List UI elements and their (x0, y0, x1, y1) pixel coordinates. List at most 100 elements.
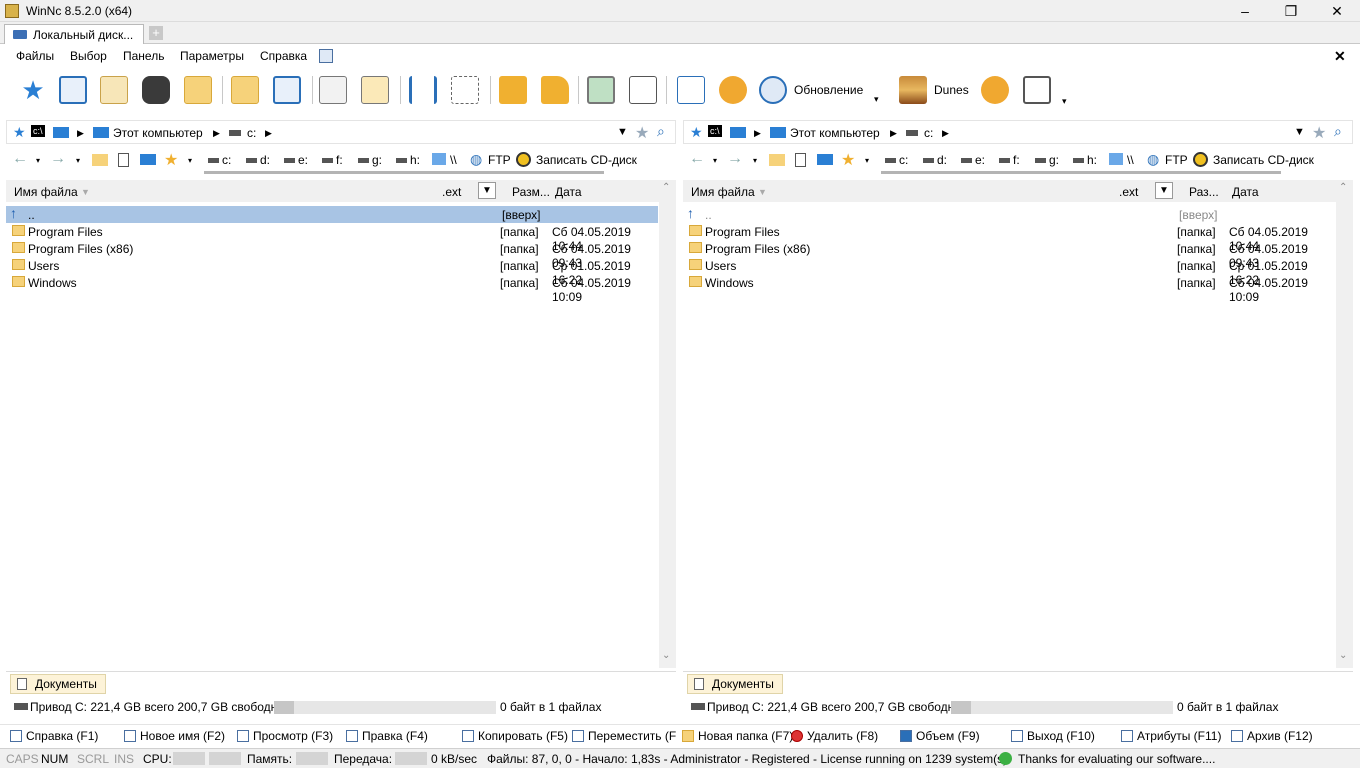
chevron-down-icon[interactable]: ▾ (753, 156, 757, 165)
drive-e[interactable]: e: (284, 153, 308, 167)
column-chooser-dropdown[interactable]: ▼ (1155, 182, 1173, 199)
list-item[interactable]: Program Files (x86) [папка] Сб 04.05.201… (683, 240, 1335, 270)
column-ext[interactable]: .ext (1119, 185, 1138, 199)
scroll-up-icon[interactable]: ⌃ (662, 182, 670, 193)
edit-f4-button[interactable]: Правка (F4) (346, 729, 428, 743)
move-f6-button[interactable]: Переместить (F (572, 729, 676, 743)
zip-button[interactable] (358, 72, 392, 108)
column-size[interactable]: Разм... (512, 185, 550, 199)
document-icon[interactable] (795, 153, 806, 167)
drive-f[interactable]: f: (999, 153, 1020, 167)
tab-local-disk[interactable]: Локальный диск... (4, 24, 144, 44)
chevron-down-icon[interactable]: ▾ (76, 156, 80, 165)
drive-h[interactable]: h: (1073, 153, 1097, 167)
list-item[interactable]: Users [папка] Ср 01.05.2019 16:22 (6, 257, 658, 287)
menu-parameters[interactable]: Параметры (180, 49, 244, 63)
rename-f2-button[interactable]: Новое имя (F2) (124, 729, 225, 743)
drive-d[interactable]: d: (246, 153, 270, 167)
network-button[interactable] (270, 72, 304, 108)
path-drive[interactable]: c: (924, 126, 933, 140)
path-drive[interactable]: c: (247, 126, 256, 140)
document-icon[interactable] (118, 153, 129, 167)
vertical-scrollbar[interactable]: ⌃ ⌄ (1336, 180, 1353, 668)
minimize-button[interactable]: – (1222, 0, 1268, 22)
chevron-right-icon[interactable]: ▶ (890, 128, 897, 139)
ftp-link[interactable]: FTP (488, 153, 511, 167)
forward-arrow-icon[interactable]: → (727, 150, 743, 168)
chevron-down-icon[interactable]: ▾ (865, 156, 869, 165)
cmd-path[interactable]: c:\ (708, 125, 722, 137)
drive-g[interactable]: g: (358, 153, 382, 167)
drive-f[interactable]: f: (322, 153, 343, 167)
chevron-down-icon[interactable]: ▾ (1062, 96, 1067, 107)
drive-d[interactable]: d: (923, 153, 947, 167)
cmd-button[interactable] (56, 72, 90, 108)
archive-f12-button[interactable]: Архив (F12) (1231, 729, 1313, 743)
chevron-down-icon[interactable]: ▾ (36, 156, 40, 165)
copy-f5-button[interactable]: Копировать (F5) (462, 729, 568, 743)
list-item[interactable]: Windows [папка] Сб 04.05.2019 10:09 (683, 274, 1335, 304)
ftp-link[interactable]: FTP (1165, 153, 1188, 167)
image-viewer-button[interactable] (584, 72, 618, 108)
path-bar[interactable]: ★ c:\ ▶ Этот компьютер ▶ c: ▶ ▼ ★ ⌕ (6, 120, 676, 144)
menu-selection[interactable]: Выбор (70, 49, 107, 63)
chevron-right-icon[interactable]: ▶ (265, 128, 272, 139)
add-tab-button[interactable]: + (149, 26, 163, 40)
mail-compress-button[interactable] (316, 72, 350, 108)
maximize-button[interactable]: ❐ (1268, 0, 1314, 22)
thanks-message[interactable]: Thanks for evaluating our software.... (1018, 752, 1215, 766)
folder-up-icon[interactable] (769, 154, 785, 166)
chevron-right-icon[interactable]: ▶ (942, 128, 949, 139)
column-chooser-dropdown[interactable]: ▼ (478, 182, 496, 199)
favorites-button[interactable]: ★ (16, 72, 50, 108)
favorite-star-icon[interactable]: ★ (841, 150, 855, 170)
chevron-right-icon[interactable]: ▶ (754, 128, 761, 139)
path-bar[interactable]: ★ c:\ ▶ Этот компьютер ▶ c: ▶ ▼ ★ ⌕ (683, 120, 1353, 144)
media-button[interactable] (626, 72, 660, 108)
update-button[interactable] (756, 72, 790, 108)
back-arrow-icon[interactable]: ← (12, 150, 28, 168)
split-button[interactable] (406, 72, 440, 108)
bug-button-2[interactable] (978, 72, 1012, 108)
bookmark-star-icon[interactable]: ★ (635, 123, 649, 143)
file-list[interactable]: ↑ .. [вверх] Program Files [папка] Сб 04… (683, 204, 1335, 668)
scroll-down-icon[interactable]: ⌄ (1339, 650, 1347, 661)
edit-button[interactable] (674, 72, 708, 108)
vertical-scrollbar[interactable]: ⌃ ⌄ (659, 180, 676, 668)
desktop-icon[interactable] (817, 154, 833, 165)
file-list[interactable]: ↑ .. [вверх] Program Files [папка] Сб 04… (6, 204, 658, 668)
view-f3-button[interactable]: Просмотр (F3) (237, 729, 333, 743)
list-item-up[interactable]: ↑ .. [вверх] (683, 206, 1335, 223)
column-date[interactable]: Дата (1232, 185, 1259, 199)
drive-g[interactable]: g: (1035, 153, 1059, 167)
drive-c[interactable]: c: (885, 153, 908, 167)
find-button[interactable] (139, 72, 173, 108)
bookmark-star-icon[interactable]: ★ (1312, 123, 1326, 143)
drive-h[interactable]: h: (396, 153, 420, 167)
favorite-star-icon[interactable]: ★ (164, 150, 178, 170)
list-item-up[interactable]: ↑ .. [вверх] (6, 206, 658, 223)
column-name[interactable]: Имя файла (691, 185, 755, 199)
menu-files[interactable]: Файлы (16, 49, 54, 63)
back-arrow-icon[interactable]: ← (689, 150, 705, 168)
desktop-icon[interactable] (140, 154, 156, 165)
dunes-label[interactable]: Dunes (934, 83, 969, 97)
column-ext[interactable]: .ext (442, 185, 461, 199)
list-item[interactable]: Users [папка] Ср 01.05.2019 16:22 (683, 257, 1335, 287)
delete-f8-button[interactable]: Удалить (F8) (791, 729, 878, 743)
unc-path[interactable]: \\ (1127, 153, 1134, 167)
update-label[interactable]: Обновление (794, 83, 863, 97)
sync-button[interactable] (181, 72, 215, 108)
history-dropdown[interactable]: ▼ (1294, 126, 1305, 138)
history-dropdown[interactable]: ▼ (617, 126, 628, 138)
path-computer[interactable]: Этот компьютер (790, 126, 880, 140)
bug-report-button[interactable] (716, 72, 750, 108)
chevron-down-icon[interactable]: ▾ (188, 156, 192, 165)
list-item[interactable]: Windows [папка] Сб 04.05.2019 10:09 (6, 274, 658, 304)
list-item[interactable]: Program Files (x86) [папка] Сб 04.05.201… (6, 240, 658, 270)
star-icon[interactable]: ★ (13, 124, 26, 141)
unc-path[interactable]: \\ (450, 153, 457, 167)
chevron-right-icon[interactable]: ▶ (77, 128, 84, 139)
list-item[interactable]: Program Files [папка] Сб 04.05.2019 10:4… (683, 223, 1335, 253)
search-icon[interactable]: ⌕ (657, 123, 665, 140)
